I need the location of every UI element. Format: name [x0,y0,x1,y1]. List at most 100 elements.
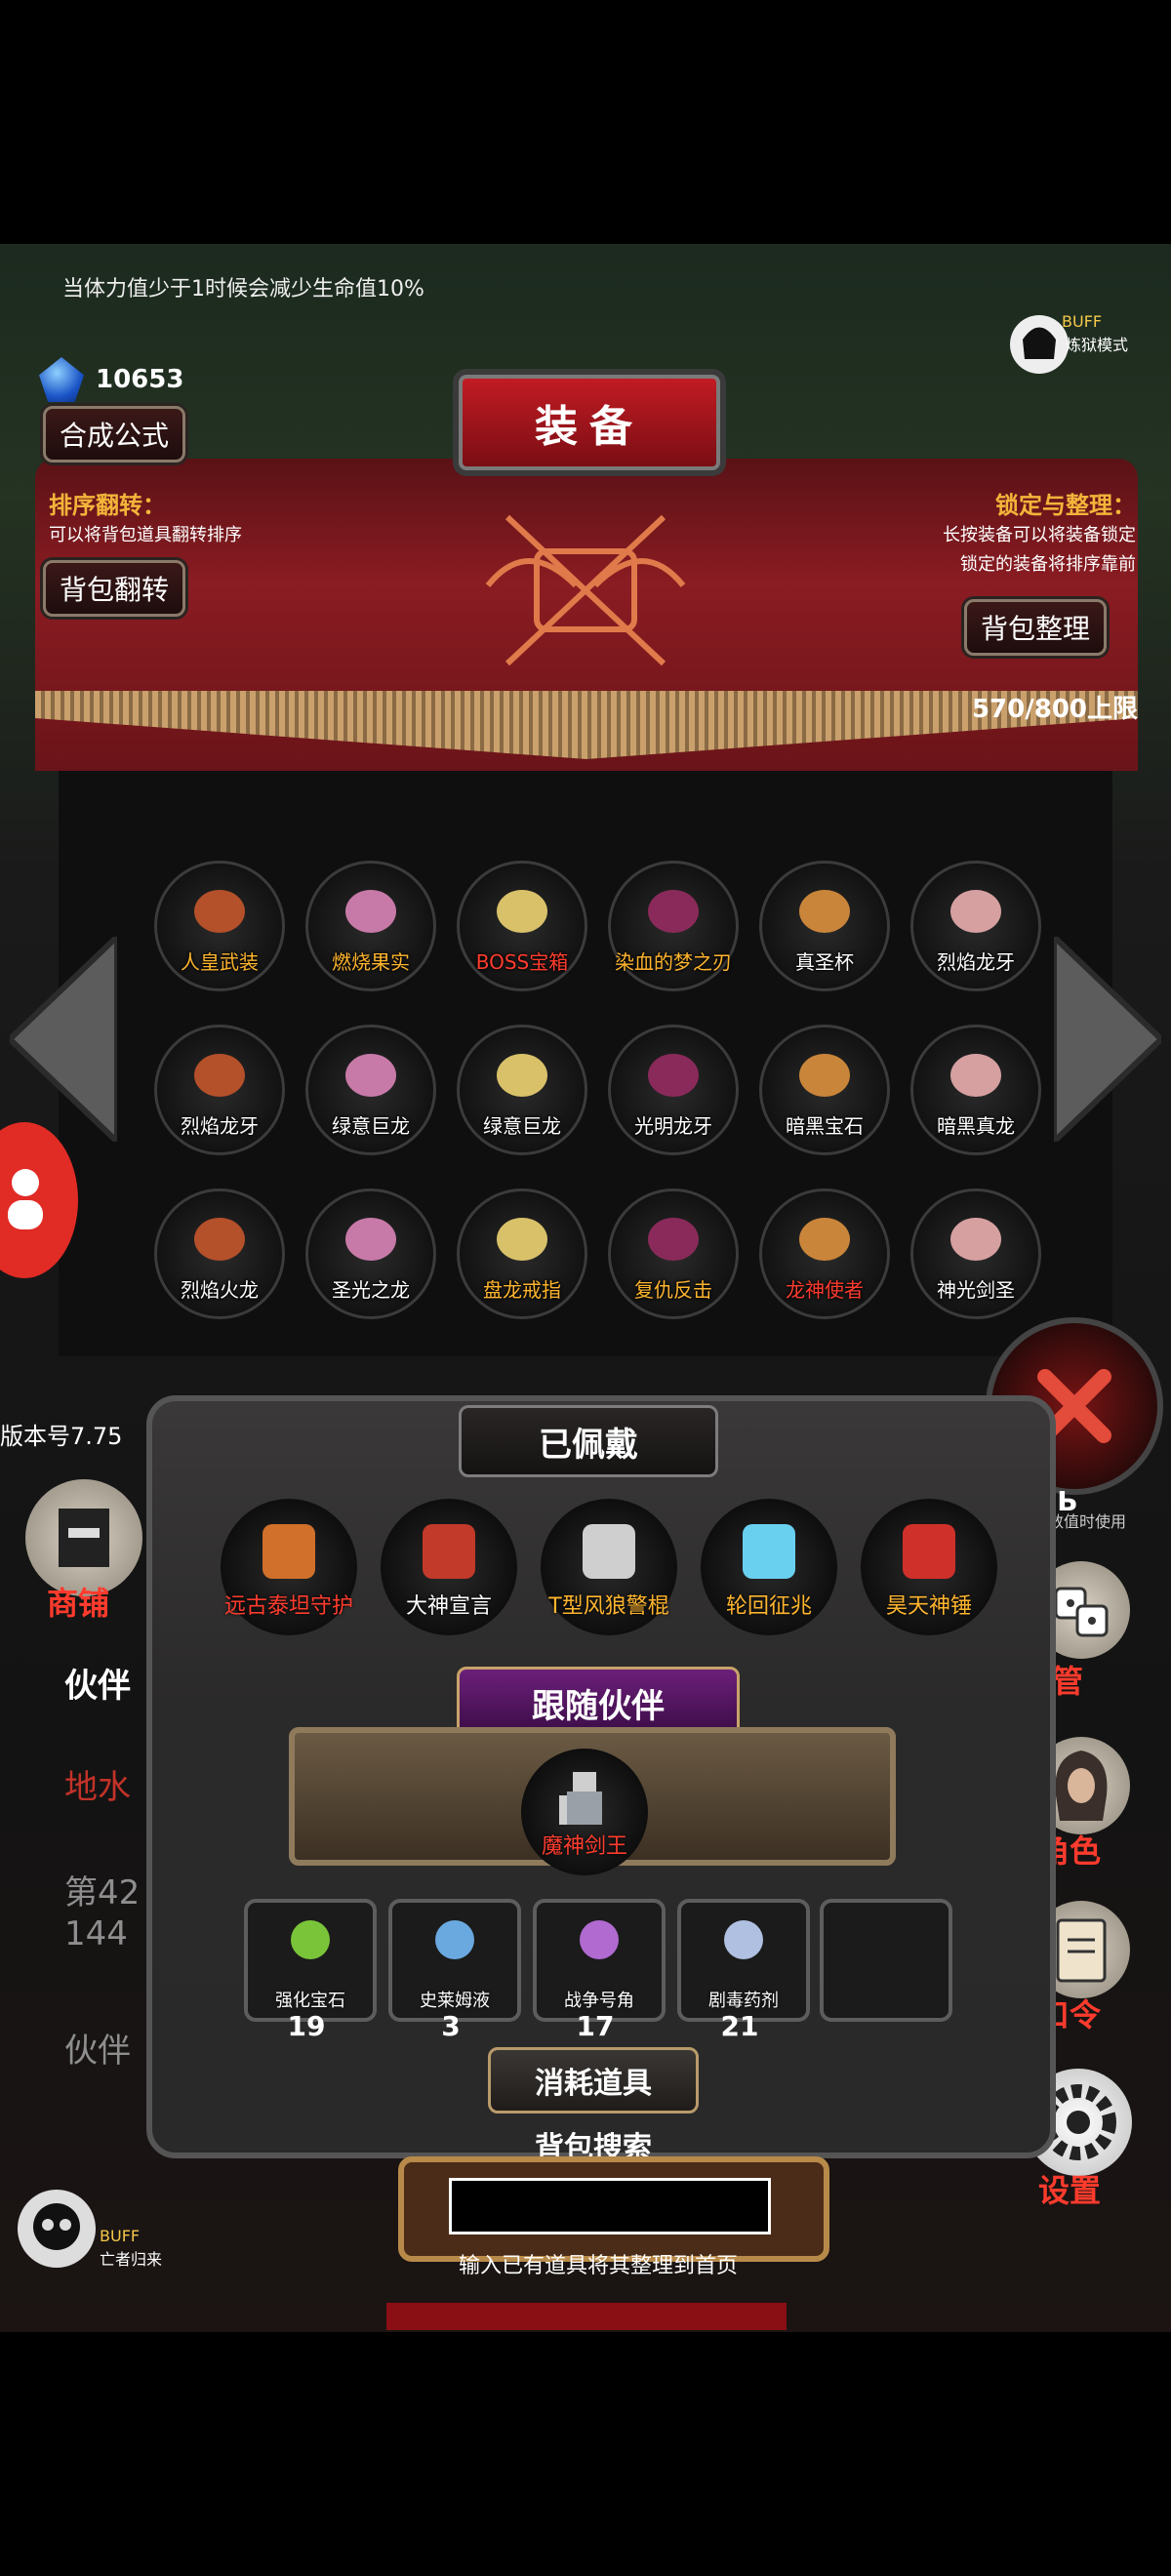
equipped-slot[interactable]: 远古泰坦守护 [221,1499,357,1635]
version-label: 版本号7.75 [0,1423,123,1450]
inventory-slot[interactable]: 烈焰龙牙 [910,861,1041,991]
inventory-slot-label: 龙神使者 [786,1278,864,1302]
inventory-slot-label: 绿意巨龙 [332,1114,410,1138]
inventory-slot-label: 染血的梦之刃 [615,950,732,974]
inventory-slot-label: 燃烧果实 [332,950,410,974]
inventory-slot[interactable]: 燃烧果实 [305,861,436,991]
mode-badge-top: BUFF [1062,312,1103,331]
inventory-slot-label: 人皇武装 [181,950,259,974]
consumable-icon [291,1920,330,1959]
inventory-slot-label: 复仇反击 [634,1278,712,1302]
buff-badge-top: BUFF [100,2227,141,2245]
inventory-slot[interactable]: 龙神使者 [759,1188,890,1319]
consumables-title: 消耗道具 [488,2047,699,2113]
consumable-count: 19 [287,2010,326,2042]
prev-page-arrow-icon[interactable] [10,937,117,1142]
panel-title: 装备 [459,375,720,470]
consumable-slot[interactable]: 剧毒药剂 [677,1899,810,2022]
inventory-slot[interactable]: 绿意巨龙 [305,1025,436,1155]
inventory-slot[interactable]: 神光剑圣 [910,1188,1041,1319]
manage-label: 管 [1052,1663,1084,1700]
lock-label: 锁定与整理： [995,492,1136,519]
inventory-slot-label: 神光剑圣 [937,1278,1015,1302]
log-line: 伙伴 [64,1667,131,1706]
lock-hint-1: 长按装备可以将装备锁定 [943,525,1136,545]
equipped-slot-label: 轮回征兆 [725,1594,812,1619]
armored-knight-icon [559,1772,602,1825]
arrange-inventory-button[interactable]: 背包整理 [964,599,1108,656]
item-icon [497,1218,547,1261]
inventory-slot-label: 绿意巨龙 [483,1114,561,1138]
mode-badge-label: 炼狱模式 [1066,336,1129,354]
item-icon [799,890,850,933]
log-line: 144 [64,1914,128,1953]
inventory-slot[interactable]: 人皇武装 [154,861,285,991]
settings-label: 设置 [1038,2172,1102,2209]
mode-badge[interactable]: BUFF 炼狱模式 [1005,310,1128,379]
equipped-slot[interactable]: 轮回征兆 [701,1499,837,1635]
shop-label: 商铺 [47,1585,110,1622]
equipped-slot[interactable]: 大神宣言 [381,1499,517,1635]
equipped-slot[interactable]: 昊天神锤 [861,1499,997,1635]
search-frame [398,2156,829,2262]
sort-hint: 可以将背包道具翻转排序 [49,525,242,545]
skull-icon [33,2203,80,2250]
inventory-slot[interactable]: 光明龙牙 [608,1025,739,1155]
empty-consumable-slot[interactable] [820,1899,952,2022]
equipment-icon [583,1524,635,1579]
item-icon [497,1054,547,1097]
inventory-slot[interactable]: 复仇反击 [608,1188,739,1319]
equipped-slot[interactable]: T型风狼警棍 [541,1499,677,1635]
item-icon [648,1054,699,1097]
item-icon [345,890,396,933]
consumable-slot[interactable]: 战争号角 [533,1899,666,2022]
consumable-icon [724,1920,763,1959]
inventory-slot[interactable]: 绿意巨龙 [457,1025,587,1155]
buff-badge-label: 亡者归来 [100,2250,163,2269]
inventory-slot[interactable]: 盘龙戒指 [457,1188,587,1319]
inventory-slot[interactable]: 染血的梦之刃 [608,861,739,991]
item-icon [194,1218,245,1261]
gem-counter: 10653 [39,357,183,402]
consumable-slot[interactable]: 强化宝石 [244,1899,377,2022]
inventory-slot[interactable]: 暗黑宝石 [759,1025,890,1155]
inventory-slot[interactable]: 暗黑真龙 [910,1025,1041,1155]
inventory-slot-label: 暗黑宝石 [786,1114,864,1138]
inventory-slot[interactable]: 真圣杯 [759,861,890,991]
item-icon [648,1218,699,1261]
consumable-count: 17 [576,2010,615,2042]
synthesis-formula-button[interactable]: 合成公式 [43,406,186,463]
consumable-count: 21 [720,2010,759,2042]
inventory-slot-label: 真圣杯 [795,950,854,974]
equipment-icon [423,1524,475,1579]
flip-inventory-button[interactable]: 背包翻转 [43,560,186,617]
crossed-swords-crest-icon [485,514,686,666]
consumable-label: 史莱姆液 [420,1991,490,2011]
inventory-slot-label: BOSS宝箱 [475,950,569,974]
next-page-arrow-icon[interactable] [1054,937,1161,1142]
inventory-slot[interactable]: 圣光之龙 [305,1188,436,1319]
inventory-slot-label: 盘龙戒指 [483,1278,561,1302]
item-icon [345,1218,396,1261]
item-icon [194,890,245,933]
search-input[interactable] [449,2178,771,2234]
inventory-slot[interactable]: 烈焰火龙 [154,1188,285,1319]
inventory-slot-label: 光明龙牙 [634,1114,712,1138]
item-icon [950,890,1001,933]
hint-text: 当体力值少于1时候会减少生命值10% [62,277,424,302]
lock-hint-2: 锁定的装备将排序靠前 [960,554,1136,575]
equipment-icon [743,1524,795,1579]
consumable-icon [435,1920,474,1959]
inventory-slot[interactable]: 烈焰龙牙 [154,1025,285,1155]
buff-badge[interactable] [18,2190,96,2268]
equipment-icon [262,1524,315,1579]
inventory-slot[interactable]: BOSS宝箱 [457,861,587,991]
consumable-label: 战争号角 [564,1991,634,2011]
item-icon [950,1054,1001,1097]
consumable-slot[interactable]: 史莱姆液 [388,1899,521,2022]
companion-slot[interactable]: 魔神剑王 [521,1749,648,1875]
search-hint: 输入已有道具将其整理到首页 [459,2254,739,2278]
user-icon [8,1169,43,1229]
item-icon [345,1054,396,1097]
equipped-title: 已佩戴 [459,1405,718,1477]
